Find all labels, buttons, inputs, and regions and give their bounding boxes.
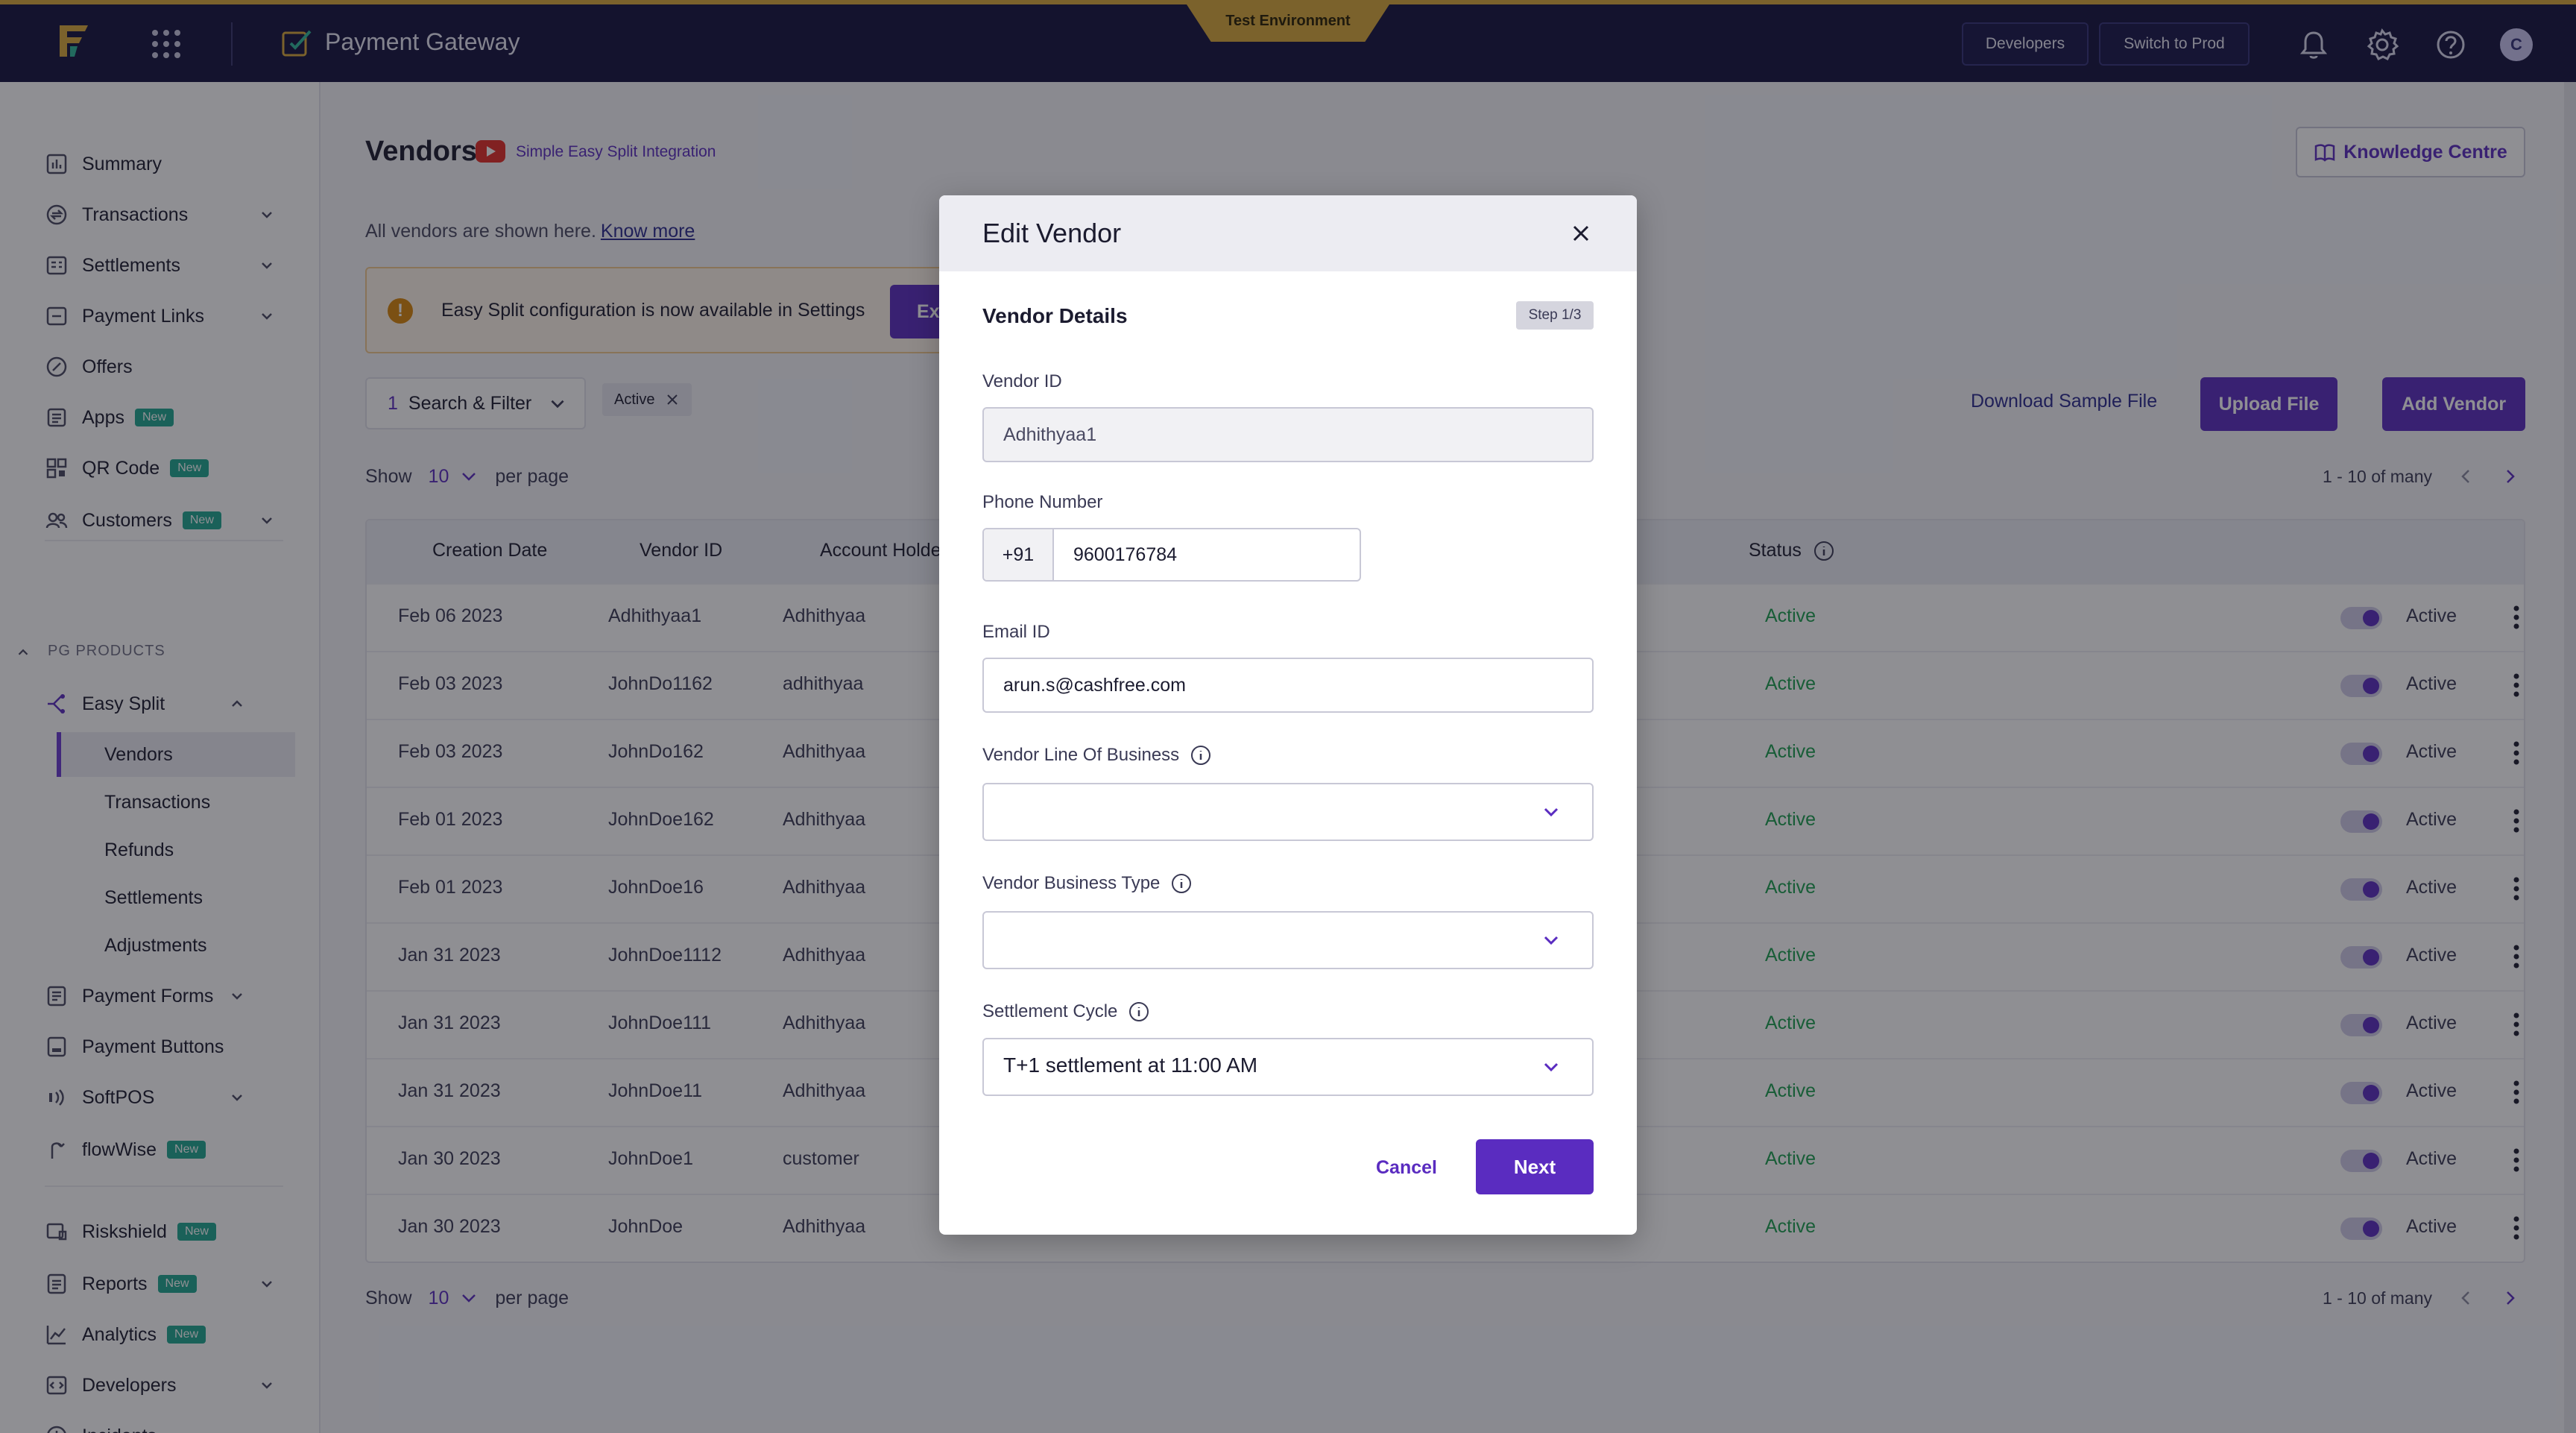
label-text: Email ID [982, 622, 1050, 642]
close-icon[interactable] [1567, 219, 1595, 248]
email-label: Email ID [982, 622, 1050, 643]
info-icon[interactable] [1190, 744, 1212, 766]
step-badge: Step 1/3 [1516, 301, 1594, 330]
label-text: Vendor Line Of Business [982, 745, 1180, 765]
cancel-button[interactable]: Cancel [1376, 1157, 1437, 1179]
business-type-label: Vendor Business Type [982, 872, 1193, 895]
business-type-select[interactable] [982, 911, 1594, 969]
settlement-cycle-label: Settlement Cycle [982, 1001, 1150, 1023]
settlement-cycle-select[interactable]: T+1 settlement at 11:00 AM [982, 1038, 1594, 1096]
line-of-business-label: Vendor Line Of Business [982, 744, 1212, 766]
chevron-down-icon [1544, 1062, 1559, 1072]
vendor-id-label: Vendor ID [982, 371, 1062, 392]
label-text: Vendor Business Type [982, 873, 1161, 893]
line-of-business-select[interactable] [982, 783, 1594, 841]
vendor-id-field: Adhithyaa1 [982, 407, 1594, 462]
modal-title: Edit Vendor [982, 218, 1122, 248]
modal-header: Edit Vendor [939, 195, 1637, 271]
phone-field[interactable]: +91 9600176784 [982, 528, 1361, 582]
chevron-down-icon [1544, 936, 1559, 945]
info-icon[interactable] [1170, 872, 1193, 895]
select-value: T+1 settlement at 11:00 AM [1003, 1054, 1258, 1077]
country-code: +91 [984, 529, 1054, 580]
chevron-down-icon [1544, 807, 1559, 817]
label-text: Vendor ID [982, 371, 1062, 391]
edit-vendor-modal: Edit Vendor Vendor Details Step 1/3 Vend… [939, 195, 1637, 1235]
label-text: Settlement Cycle [982, 1001, 1118, 1021]
phone-input[interactable]: 9600176784 [1073, 529, 1177, 580]
phone-label: Phone Number [982, 492, 1102, 513]
section-title: Vendor Details [982, 304, 1128, 327]
email-field[interactable]: arun.s@cashfree.com [982, 658, 1594, 713]
label-text: Phone Number [982, 492, 1103, 512]
info-icon[interactable] [1128, 1001, 1150, 1023]
next-button[interactable]: Next [1476, 1139, 1594, 1194]
